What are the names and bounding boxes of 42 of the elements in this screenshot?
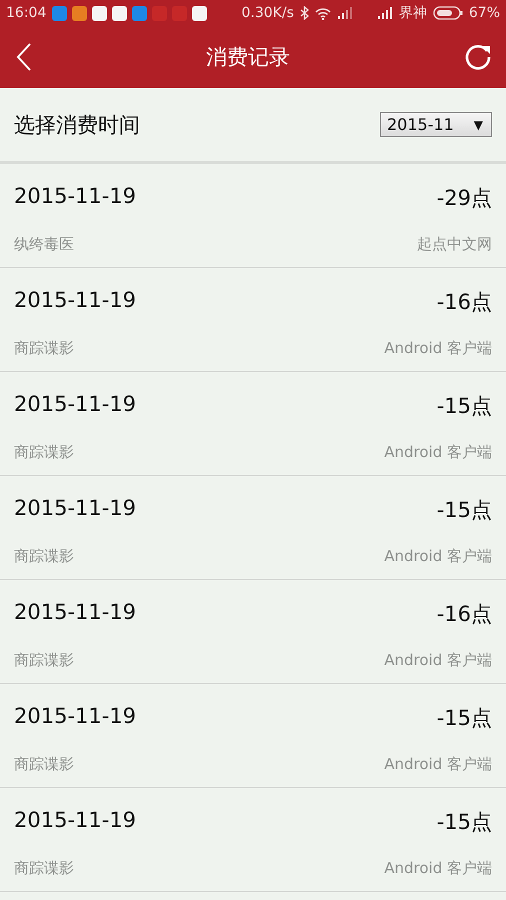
filter-label: 选择消费时间	[14, 112, 140, 138]
battery-icon	[432, 6, 463, 20]
purchase-source: Android 客户端	[384, 339, 492, 359]
points-amount: -16点	[436, 601, 492, 628]
record-date: 2015-11-19	[14, 288, 138, 314]
status-time: 16:04	[6, 5, 46, 21]
book-title: 商踪谍影	[14, 859, 75, 879]
points-amount: -15点	[436, 705, 492, 732]
book-title: 商踪谍影	[14, 339, 75, 359]
book-title: 纨绔毒医	[14, 235, 75, 255]
refresh-icon[interactable]	[464, 43, 492, 71]
record-date: 2015-11-19	[14, 704, 138, 730]
points-amount: -15点	[436, 393, 492, 420]
purchase-source: Android 客户端	[384, 443, 492, 463]
signal-icon	[336, 7, 353, 19]
purchase-source: Android 客户端	[384, 755, 492, 775]
purchase-source: Android 客户端	[384, 547, 492, 567]
points-amount: -29点	[436, 185, 492, 212]
book-title: 商踪谍影	[14, 443, 75, 463]
battery-percent: 67%	[468, 5, 500, 21]
network-speed: 0.30K/s	[242, 5, 294, 21]
book-title: 商踪谍影	[14, 651, 75, 671]
wifi-icon	[314, 6, 331, 20]
purchase-source: 起点中文网	[417, 235, 492, 255]
signal-icon	[376, 7, 393, 19]
record-date: 2015-11-19	[14, 184, 138, 210]
month-dropdown[interactable]: 2015-11 ▼	[380, 112, 492, 137]
record-date: 2015-11-19	[14, 600, 138, 626]
bluetooth-icon	[300, 6, 309, 20]
points-amount: -15点	[436, 809, 492, 836]
record-date: 2015-11-19	[14, 392, 138, 418]
record-date: 2015-11-19	[14, 496, 138, 522]
record-date: 2015-11-19	[14, 808, 138, 834]
points-amount: -16点	[436, 289, 492, 316]
book-title: 商踪谍影	[14, 547, 75, 567]
back-icon[interactable]	[16, 43, 32, 71]
purchase-source: Android 客户端	[384, 859, 492, 879]
book-title: 商踪谍影	[14, 755, 75, 775]
page-title: 消费记录	[206, 44, 290, 71]
carrier-name: 界神	[398, 4, 427, 22]
points-amount: -15点	[436, 497, 492, 524]
purchase-source: Android 客户端	[384, 651, 492, 671]
